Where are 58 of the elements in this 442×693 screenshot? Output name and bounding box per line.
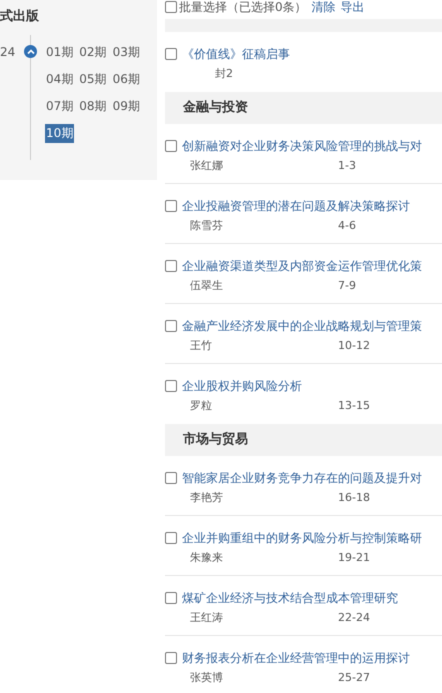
- action-link[interactable]: 导出: [340, 0, 365, 16]
- checkbox[interactable]: [165, 652, 177, 664]
- page-range: 10-12: [338, 338, 370, 354]
- issue-link[interactable]: 03期: [112, 43, 141, 62]
- year-label[interactable]: 24: [0, 43, 22, 61]
- checkbox[interactable]: [165, 472, 177, 484]
- article-title-link[interactable]: 企业并购重组中的财务风险分析与控制策略研: [182, 530, 422, 546]
- checkbox[interactable]: [165, 200, 177, 212]
- author-text: 朱豫来: [190, 550, 224, 566]
- batch-select-label: 批量选择（已选择0条）: [179, 0, 307, 16]
- article-title-link[interactable]: 财务报表分析在企业经营管理中的运用探讨: [182, 650, 410, 666]
- issue-link[interactable]: 02期: [78, 43, 108, 62]
- checkbox[interactable]: [165, 140, 177, 152]
- article-title-link[interactable]: 智能家居企业财务竞争力存在的问题及提升对: [182, 470, 422, 486]
- author-text: 张英博: [190, 670, 224, 686]
- author-text: 李艳芳: [190, 490, 224, 506]
- action-link[interactable]: 清除: [312, 0, 336, 16]
- issue-link[interactable]: 08期: [78, 97, 108, 116]
- article-title-link[interactable]: 企业融资渠道类型及内部资金运作管理优化策: [182, 258, 422, 274]
- issue-link[interactable]: 05期: [78, 70, 108, 89]
- article-title-link[interactable]: 金融产业经济发展中的企业战略规划与管理策: [182, 318, 422, 334]
- issue-link[interactable]: 04期: [45, 70, 74, 89]
- checkbox[interactable]: [165, 48, 177, 60]
- issue-link[interactable]: 10期: [45, 124, 74, 143]
- author-text: 王竹: [190, 338, 213, 354]
- section-header: 市场与贸易: [165, 424, 442, 456]
- author-text: 陈雪芬: [190, 218, 224, 234]
- checkbox[interactable]: [165, 532, 177, 544]
- article-title-link[interactable]: 创新融资对企业财务决策风险管理的挑战与对: [182, 138, 422, 154]
- page-range: 19-21: [338, 550, 370, 566]
- checkbox[interactable]: [165, 1, 177, 13]
- page-range: 13-15: [338, 398, 370, 414]
- checkbox[interactable]: [165, 592, 177, 604]
- checkbox[interactable]: [165, 260, 177, 272]
- page-range: 22-24: [338, 610, 370, 626]
- article-title-link[interactable]: 企业股权并购风险分析: [182, 378, 302, 394]
- checkbox[interactable]: [165, 380, 177, 392]
- issue-link[interactable]: 07期: [45, 97, 74, 116]
- issue-link[interactable]: 01期: [45, 43, 74, 62]
- article-title-link[interactable]: 《价值线》征稿启事: [182, 46, 290, 62]
- author-text: 罗粒: [190, 398, 213, 414]
- issue-link[interactable]: 09期: [112, 97, 141, 116]
- author-text: 王红涛: [190, 610, 224, 626]
- page-range: 7-9: [338, 278, 356, 294]
- page-range: 1-3: [338, 158, 356, 174]
- page-range: 16-18: [338, 490, 370, 506]
- article-title-link[interactable]: 煤矿企业经济与技术结合型成本管理研究: [182, 590, 398, 606]
- collapse-icon[interactable]: [24, 45, 37, 58]
- article-title-link[interactable]: 企业投融资管理的潜在问题及解决策略探讨: [182, 198, 410, 214]
- author-text: 张红娜: [190, 158, 224, 174]
- page-range: 25-27: [338, 670, 370, 686]
- page-range: 封2: [215, 66, 233, 82]
- issue-link[interactable]: 06期: [112, 70, 141, 89]
- sidebar-title: 式出版: [0, 8, 39, 26]
- page-range: 4-6: [338, 218, 356, 234]
- checkbox[interactable]: [165, 320, 177, 332]
- section-header: 金融与投资: [165, 92, 442, 124]
- author-text: 伍翠生: [190, 278, 224, 294]
